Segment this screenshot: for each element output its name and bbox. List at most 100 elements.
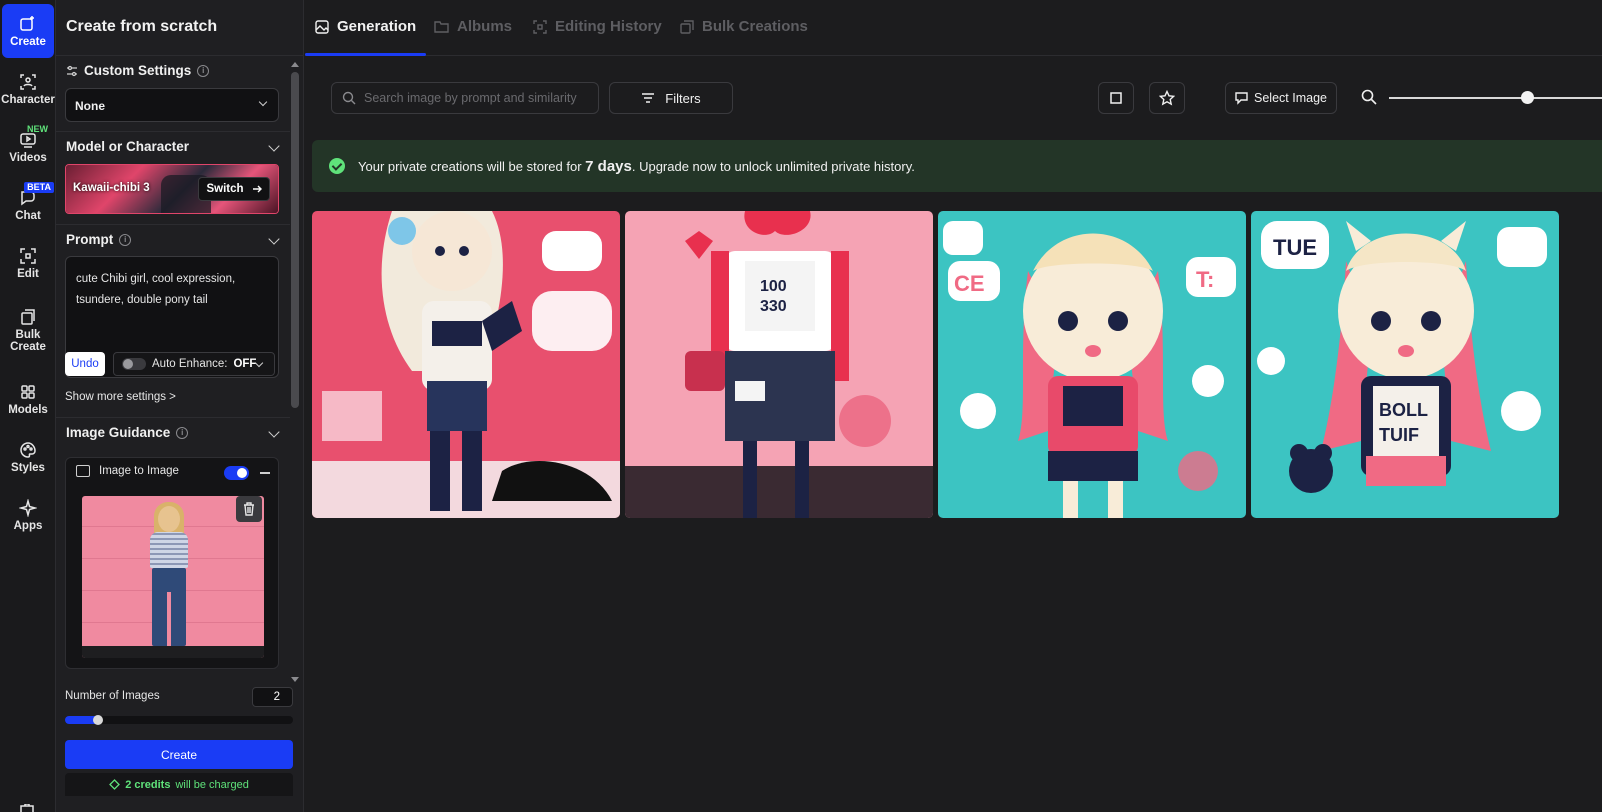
chevron-down-icon[interactable] [268,426,280,438]
custom-settings-heading: Custom Settings i [66,63,210,78]
divider [56,131,290,132]
svg-text:T:: T: [1196,267,1214,292]
more-icon[interactable] [19,804,35,812]
nav-apps[interactable]: Apps [2,488,54,542]
info-icon[interactable]: i [119,233,132,246]
nav-character[interactable]: Character [1,62,55,116]
auto-enhance-dropdown[interactable]: Auto Enhance: OFF [113,352,275,376]
select-image-button[interactable]: Select Image [1225,82,1337,114]
select-image-icon [1235,91,1248,105]
create-button[interactable]: Create [65,740,293,769]
model-card[interactable]: Kawaii-chibi 3 Switch [65,164,279,214]
scrollbar-thumb[interactable] [291,72,299,408]
image-to-image-card: Image to Image [65,457,279,669]
folder-icon [434,21,449,33]
check-circle-icon [329,158,345,174]
tab-editing-history[interactable]: Editing History [533,18,662,35]
nav-models[interactable]: Models [2,372,54,426]
tab-bar: Generation Albums Editing History Bulk C… [305,0,1602,56]
scroll-up-icon[interactable] [291,62,299,67]
image-to-image-toggle[interactable] [224,466,249,480]
collapse-icon[interactable] [260,472,270,474]
panel-title: Create from scratch [66,18,218,35]
switch-model-button[interactable]: Switch [198,177,270,201]
show-more-settings-link[interactable]: Show more settings > [65,391,176,403]
panel-scrollbar[interactable] [290,60,300,682]
nav-chat[interactable]: BETA Chat [2,178,54,232]
left-nav-rail: Create Character NEW Videos BETA Chat Ed… [0,0,56,812]
svg-text:100: 100 [760,278,787,295]
svg-text:TUIF: TUIF [1379,425,1419,445]
nav-bulk-create[interactable]: Bulk Create [2,300,54,360]
nav-videos[interactable]: NEW Videos [2,120,54,174]
image-icon [315,19,329,34]
image-to-image-header: Image to Image [76,465,179,477]
slider-thumb[interactable] [93,715,103,725]
tab-albums[interactable]: Albums [434,18,512,35]
arrow-right-icon [252,185,262,193]
chevron-down-icon[interactable] [268,233,280,245]
number-of-images-label: Number of Images [65,690,160,702]
settings-scroll-area[interactable]: Custom Settings i None Model or Characte… [56,56,304,684]
beta-badge: BETA [24,182,54,193]
chevron-down-icon [258,97,268,107]
guidance-image[interactable] [82,496,264,658]
image-guidance-heading: Image Guidance i [66,425,189,440]
nav-create[interactable]: Create [2,4,54,58]
number-of-images-input[interactable]: 2 [252,687,293,707]
undo-button[interactable]: Undo [65,352,105,376]
generated-image[interactable]: TUE BOLL TUIF [1251,211,1559,518]
tab-bulk-creations[interactable]: Bulk Creations [680,18,808,35]
new-badge: NEW [27,124,48,134]
generated-image[interactable]: 100 330 [625,211,933,518]
nav-styles[interactable]: Styles [2,430,54,484]
divider [56,417,290,418]
svg-text:330: 330 [760,298,787,315]
filter-icon [642,93,655,103]
model-name: Kawaii-chibi 3 [73,182,150,194]
nav-edit[interactable]: Edit [2,236,54,290]
svg-text:TUE: TUE [1273,235,1317,260]
delete-image-button[interactable] [236,496,262,522]
generated-image[interactable] [312,211,620,518]
chibi-art-3: CE T: [938,211,1246,518]
square-icon [1110,92,1122,104]
favorites-button[interactable] [1149,82,1185,114]
trash-icon [244,502,254,516]
zoom-slider-thumb[interactable] [1521,91,1535,104]
bulk-create-icon [21,308,35,325]
search-box[interactable] [331,82,599,114]
search-icon [342,91,356,105]
generated-image[interactable]: CE T: [938,211,1246,518]
sliders-icon [67,65,77,76]
credits-notice: 2 credits will be charged [65,773,293,796]
svg-text:CE: CE [954,271,985,296]
sparkle-edit-icon [20,15,34,31]
select-all-button[interactable] [1098,82,1134,114]
gallery-toolbar: Filters Select Image [305,56,1602,136]
info-icon[interactable]: i [197,64,210,77]
tab-generation[interactable]: Generation [315,18,416,35]
divider [56,224,290,225]
chibi-art-2: 100 330 [625,211,933,518]
models-grid-icon [21,384,35,399]
diamond-icon [109,779,121,790]
edit-history-icon [533,19,547,34]
prompt-heading: Prompt i [66,232,132,247]
app-root: Create Character NEW Videos BETA Chat Ed… [0,0,1602,812]
zoom-slider[interactable] [1389,97,1602,99]
main-content: Generation Albums Editing History Bulk C… [305,0,1602,812]
scroll-down-icon[interactable] [291,677,299,682]
character-icon [20,73,36,90]
prompt-text[interactable]: cute Chibi girl, cool expression, tsunde… [76,269,266,311]
bulk-icon [680,19,694,34]
zoom-icon[interactable] [1361,89,1377,105]
chevron-down-icon[interactable] [268,140,280,152]
edit-icon [20,247,36,264]
custom-settings-select[interactable]: None [65,88,279,122]
info-icon[interactable]: i [176,426,189,439]
search-input[interactable] [364,91,594,105]
filters-button[interactable]: Filters [609,82,733,114]
number-of-images-slider[interactable] [65,715,293,725]
auto-enhance-toggle[interactable] [122,358,146,370]
